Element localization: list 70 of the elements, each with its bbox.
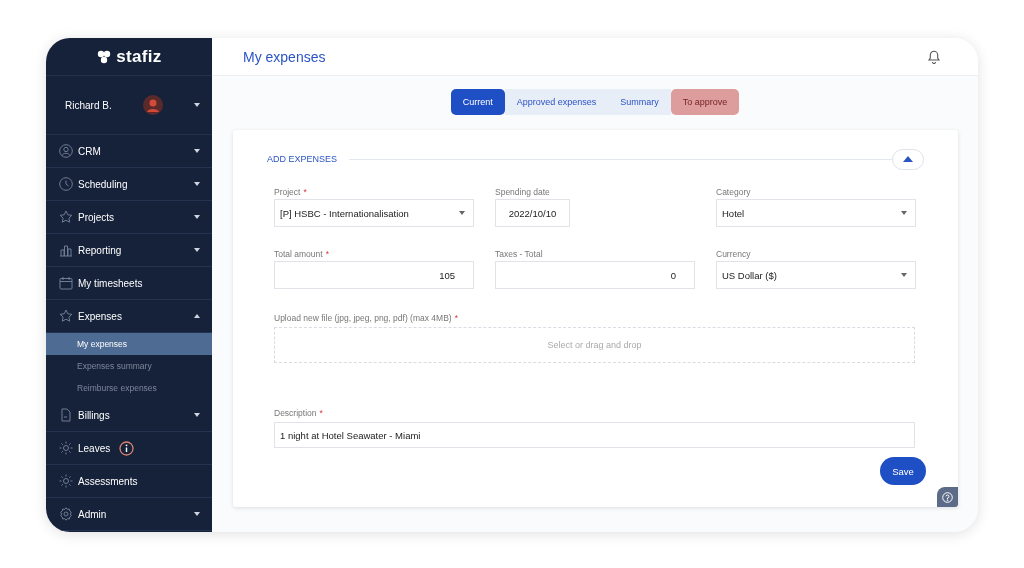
required-mark: * (319, 408, 323, 420)
caret-icon (901, 211, 907, 215)
field-label: Project (274, 187, 301, 199)
section-title: ADD EXPENSES (267, 154, 338, 164)
select-field[interactable]: [P] HSBC - Internationalisation (274, 199, 474, 227)
settings-icon (59, 507, 73, 521)
field-label: Total amount (274, 249, 323, 261)
input-field[interactable]: 105 (274, 261, 474, 289)
caret-icon[interactable] (194, 512, 200, 516)
nav-item[interactable]: Expenses (78, 310, 122, 322)
tab[interactable]: Approved expenses (504, 89, 609, 115)
field-label: Currency (716, 249, 751, 261)
caret-icon[interactable] (194, 182, 200, 186)
caret-icon[interactable] (194, 413, 200, 417)
nav-item[interactable]: Reporting (78, 244, 122, 256)
caret-icon (459, 211, 465, 215)
nav-item[interactable]: My timesheets (78, 277, 143, 289)
required-mark: * (303, 187, 307, 199)
calendar-icon (59, 276, 73, 290)
nav-item[interactable]: Leaves (78, 442, 111, 454)
avatar-icon[interactable] (143, 95, 163, 115)
brand-name: stafiz (116, 46, 162, 67)
caret-icon[interactable] (194, 248, 200, 252)
tab[interactable]: To approve (670, 89, 740, 115)
select-field[interactable]: Hotel (716, 199, 916, 227)
caret-icon[interactable] (194, 103, 200, 107)
caret-icon[interactable] (194, 215, 200, 219)
field-label: Description (274, 408, 317, 420)
star-icon (59, 210, 73, 224)
caret-icon (901, 273, 907, 277)
help-button[interactable] (937, 487, 958, 507)
sun-icon (59, 441, 73, 455)
caret-icon (903, 156, 913, 162)
help-icon (942, 491, 953, 503)
nav-item[interactable]: Admin (78, 508, 107, 520)
bell-icon[interactable] (927, 49, 941, 64)
field-label: Upload new file (jpg, jpeg, png, pdf) (max 4MB) (274, 313, 452, 325)
input-field[interactable]: 0 (495, 261, 695, 289)
logo-icon (96, 48, 113, 65)
collapse-button[interactable] (892, 148, 924, 170)
document-icon (59, 408, 73, 422)
clock-icon (59, 177, 73, 191)
star-icon (59, 309, 73, 323)
nav-item[interactable]: Assessments (78, 475, 138, 487)
nav-item[interactable]: Scheduling (78, 178, 128, 190)
person-icon (59, 144, 73, 158)
field-label: Spending date (495, 187, 550, 199)
save-button[interactable]: Save (880, 457, 926, 485)
nav-item[interactable]: Projects (78, 211, 115, 223)
user-name[interactable]: Richard B. (65, 99, 143, 111)
field-label: Taxes - Total (495, 249, 543, 261)
info-icon[interactable] (119, 440, 135, 456)
submenu-item[interactable]: My expenses (46, 333, 212, 355)
submenu-item[interactable]: Reimburse expenses (46, 377, 212, 399)
field-label: Category (716, 187, 751, 199)
chart-icon (59, 243, 73, 257)
select-field[interactable]: US Dollar ($) (716, 261, 916, 289)
required-mark: * (325, 249, 329, 261)
nav-item[interactable]: CRM (78, 145, 101, 157)
caret-icon[interactable] (194, 149, 200, 153)
page-title: My expenses (243, 48, 326, 65)
caret-icon[interactable] (194, 314, 200, 318)
date-field[interactable]: 2022/10/10 (495, 199, 570, 227)
input-field[interactable]: 1 night at Hotel Seawater - Miami (274, 422, 915, 448)
submenu-item[interactable]: Expenses summary (46, 355, 212, 377)
required-mark: * (454, 313, 458, 325)
tab[interactable]: Current (450, 89, 505, 115)
tab[interactable]: Summary (608, 89, 671, 115)
nav-item[interactable]: Billings (78, 409, 110, 421)
sun-icon (59, 474, 73, 488)
